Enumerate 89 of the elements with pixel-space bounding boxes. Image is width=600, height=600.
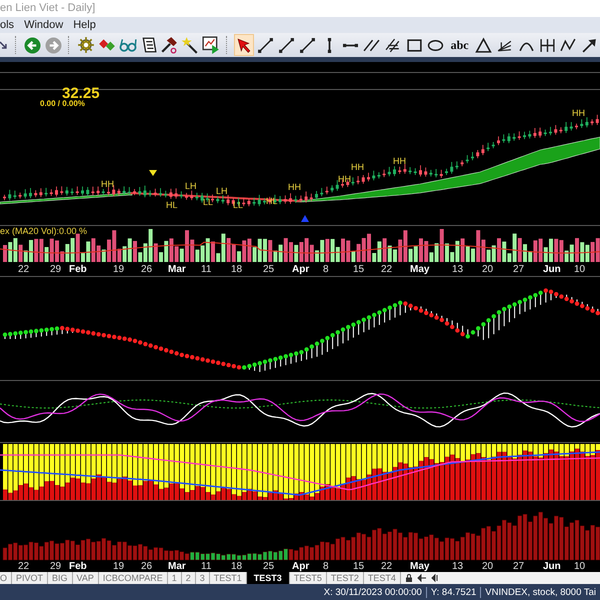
status-text: VNINDEX, stock, 8000 Tai [480,586,600,598]
hammer-button[interactable] [160,34,180,56]
sheet-tab[interactable]: TEST3 [246,572,290,584]
pattern-label: HH [338,174,351,184]
date-label: 29 [50,561,62,572]
date-label: 18 [231,561,242,572]
menu-item[interactable]: Help [73,17,96,33]
volume-label: ex (MA20 Vol):0.00 % [0,226,88,236]
chart-icon [202,36,220,54]
document-icon [140,36,158,54]
pattern-label: LL [233,200,244,210]
date-label: 11 [201,264,212,275]
wand-icon [181,36,200,54]
date-label: Jun [543,561,561,572]
menu-item[interactable]: ols [0,17,14,33]
date-label: 10 [574,561,586,572]
gear-button[interactable] [76,34,96,56]
vertical-line-icon [326,38,332,52]
date-label: 13 [452,264,464,275]
date-label: 13 [452,561,464,572]
lock-icon[interactable] [404,573,414,583]
pattern-label: HH [351,162,364,172]
rectangle-icon [406,36,423,54]
date-label: 22 [18,264,30,275]
date-label: Mar [168,561,186,572]
text-tool-button[interactable]: abc [446,34,472,56]
date-label: 20 [482,264,494,275]
gear-icon [77,36,96,54]
date-label: 29 [50,264,62,275]
vertical-bars-icon [538,36,556,54]
date-label: 22 [18,561,30,572]
up-triangle-icon [301,215,309,222]
pointer-tool-button[interactable] [234,34,254,56]
zigzag-icon [560,36,578,54]
price-change: 0.00 / 0.00% [40,99,85,108]
date-label: Apr [292,264,310,275]
line-icon [299,36,316,54]
horizontal-line-icon [342,42,358,48]
arrow-icon [581,36,598,54]
date-label: Feb [69,264,87,275]
date-label: Mar [168,264,186,275]
pattern-label: HL [266,196,278,206]
sheet-tab[interactable]: O [0,572,12,584]
line-icon [256,36,274,54]
date-label: 8 [323,264,329,275]
date-label: 15 [353,561,364,572]
window-title: en Lien Viet - Daily] [0,2,96,14]
hammer-icon [160,36,178,54]
date-label: 25 [263,561,274,572]
date-label: 27 [513,561,524,572]
pattern-label: HL [166,200,178,210]
status-text: Y: 84.7521 [426,586,480,598]
pointer-icon [236,36,253,54]
down-triangle-icon [149,170,157,176]
date-label: 26 [141,264,152,275]
chart-button[interactable] [201,34,221,56]
triangle-icon [475,36,492,54]
date-label: 22 [381,264,392,275]
date-label: 27 [513,264,524,275]
date-label: 25 [263,264,274,275]
glasses-icon [118,36,137,54]
arrow-left-icon[interactable] [430,573,440,583]
menu-item[interactable]: Window [24,17,64,33]
date-label: 11 [201,561,212,572]
pattern-label: HH [393,156,406,166]
date-label: Feb [69,561,87,572]
date-label: 19 [113,264,124,275]
date-label: May [410,561,430,572]
pattern-label: LH [185,181,197,191]
date-label: 22 [381,561,392,572]
pattern-label: HH [101,179,114,189]
channel-icon [384,36,402,54]
date-label: 20 [482,561,494,572]
date-label: 26 [141,561,152,572]
pattern-label: LH [216,186,228,196]
date-label: May [410,264,430,275]
pattern-label: HH [572,108,585,118]
status-text: X: 30/11/2023 00:00:00 [322,586,423,598]
pattern-label: LL [203,197,214,207]
date-label: 15 [353,264,364,275]
date-label: Apr [292,561,310,572]
date-label: 8 [323,561,329,572]
line-icon [278,36,296,54]
date-label: 10 [574,264,586,275]
date-label: 19 [113,561,124,572]
date-label: 18 [231,264,242,275]
arrow-left-icon[interactable] [416,573,427,583]
pattern-label: HH [288,182,301,192]
date-label: Jun [543,264,561,275]
